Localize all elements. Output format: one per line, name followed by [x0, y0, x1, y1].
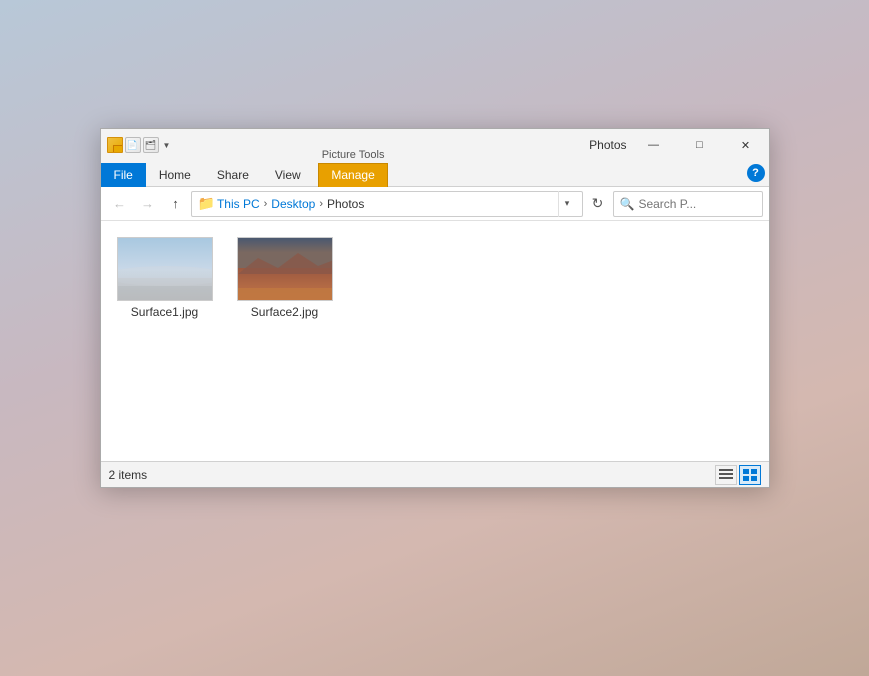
- search-icon: 🔍: [620, 197, 635, 211]
- quick-access-btn1[interactable]: 📄: [125, 137, 141, 153]
- address-bar: ← → ↑ 📁 This PC › Desktop › Photos ▾ ↻ 🔍: [101, 187, 769, 221]
- path-part-thispc[interactable]: This PC: [217, 197, 260, 211]
- file-label-surface2: Surface2.jpg: [251, 305, 318, 319]
- refresh-button[interactable]: ↻: [585, 191, 611, 217]
- title-bar-left: 📄 🗂 ▼: [101, 129, 284, 161]
- search-box[interactable]: 🔍: [613, 191, 763, 217]
- view-buttons: [715, 465, 761, 485]
- tab-file[interactable]: File: [101, 163, 146, 187]
- status-item-count: 2 items: [109, 468, 715, 482]
- up-button[interactable]: ↑: [163, 191, 189, 217]
- back-button[interactable]: ←: [107, 191, 133, 217]
- file-item-surface1[interactable]: Surface1.jpg: [113, 233, 217, 323]
- path-folder-icon: 📁: [198, 195, 215, 212]
- status-bar: 2 items: [101, 461, 769, 487]
- path-part-photos[interactable]: Photos: [327, 197, 364, 211]
- tab-home[interactable]: Home: [146, 163, 204, 187]
- path-sep-2: ›: [317, 198, 325, 210]
- tab-view[interactable]: View: [262, 163, 314, 187]
- details-view-btn[interactable]: [715, 465, 737, 485]
- address-path[interactable]: 📁 This PC › Desktop › Photos ▾: [191, 191, 583, 217]
- path-part-desktop[interactable]: Desktop: [271, 197, 315, 211]
- folder-icon: [107, 137, 123, 153]
- title-bar: 📄 🗂 ▼ Photos — □ ✕: [101, 129, 769, 161]
- path-dropdown[interactable]: ▾: [558, 191, 576, 217]
- file-label-surface1: Surface1.jpg: [131, 305, 198, 319]
- quick-access-dropdown[interactable]: ▼: [161, 141, 173, 150]
- maximize-button[interactable]: □: [677, 129, 723, 161]
- close-button[interactable]: ✕: [723, 129, 769, 161]
- tab-manage[interactable]: Manage: [318, 163, 387, 187]
- forward-button[interactable]: →: [135, 191, 161, 217]
- thumbnail-surface2: [237, 237, 333, 301]
- ribbon-tabs: File Home Share View Picture Tools Manag…: [101, 161, 769, 187]
- picture-tools-label: Picture Tools: [314, 149, 393, 163]
- content-area: Surface1.jpg: [101, 221, 769, 461]
- minimize-button[interactable]: —: [631, 129, 677, 161]
- quick-access-btn2[interactable]: 🗂: [143, 137, 159, 153]
- thumbnail-surface1: [117, 237, 213, 301]
- path-sep-1: ›: [262, 198, 270, 210]
- explorer-window: 📄 🗂 ▼ Photos — □ ✕ File Home Share View …: [100, 128, 770, 488]
- title-controls: — □ ✕: [631, 129, 769, 161]
- search-input[interactable]: [638, 197, 755, 211]
- large-icons-view-btn[interactable]: [739, 465, 761, 485]
- help-button[interactable]: ?: [747, 164, 765, 182]
- file-item-surface2[interactable]: Surface2.jpg: [233, 233, 337, 323]
- window-title: Photos: [589, 138, 626, 152]
- tab-share[interactable]: Share: [204, 163, 262, 187]
